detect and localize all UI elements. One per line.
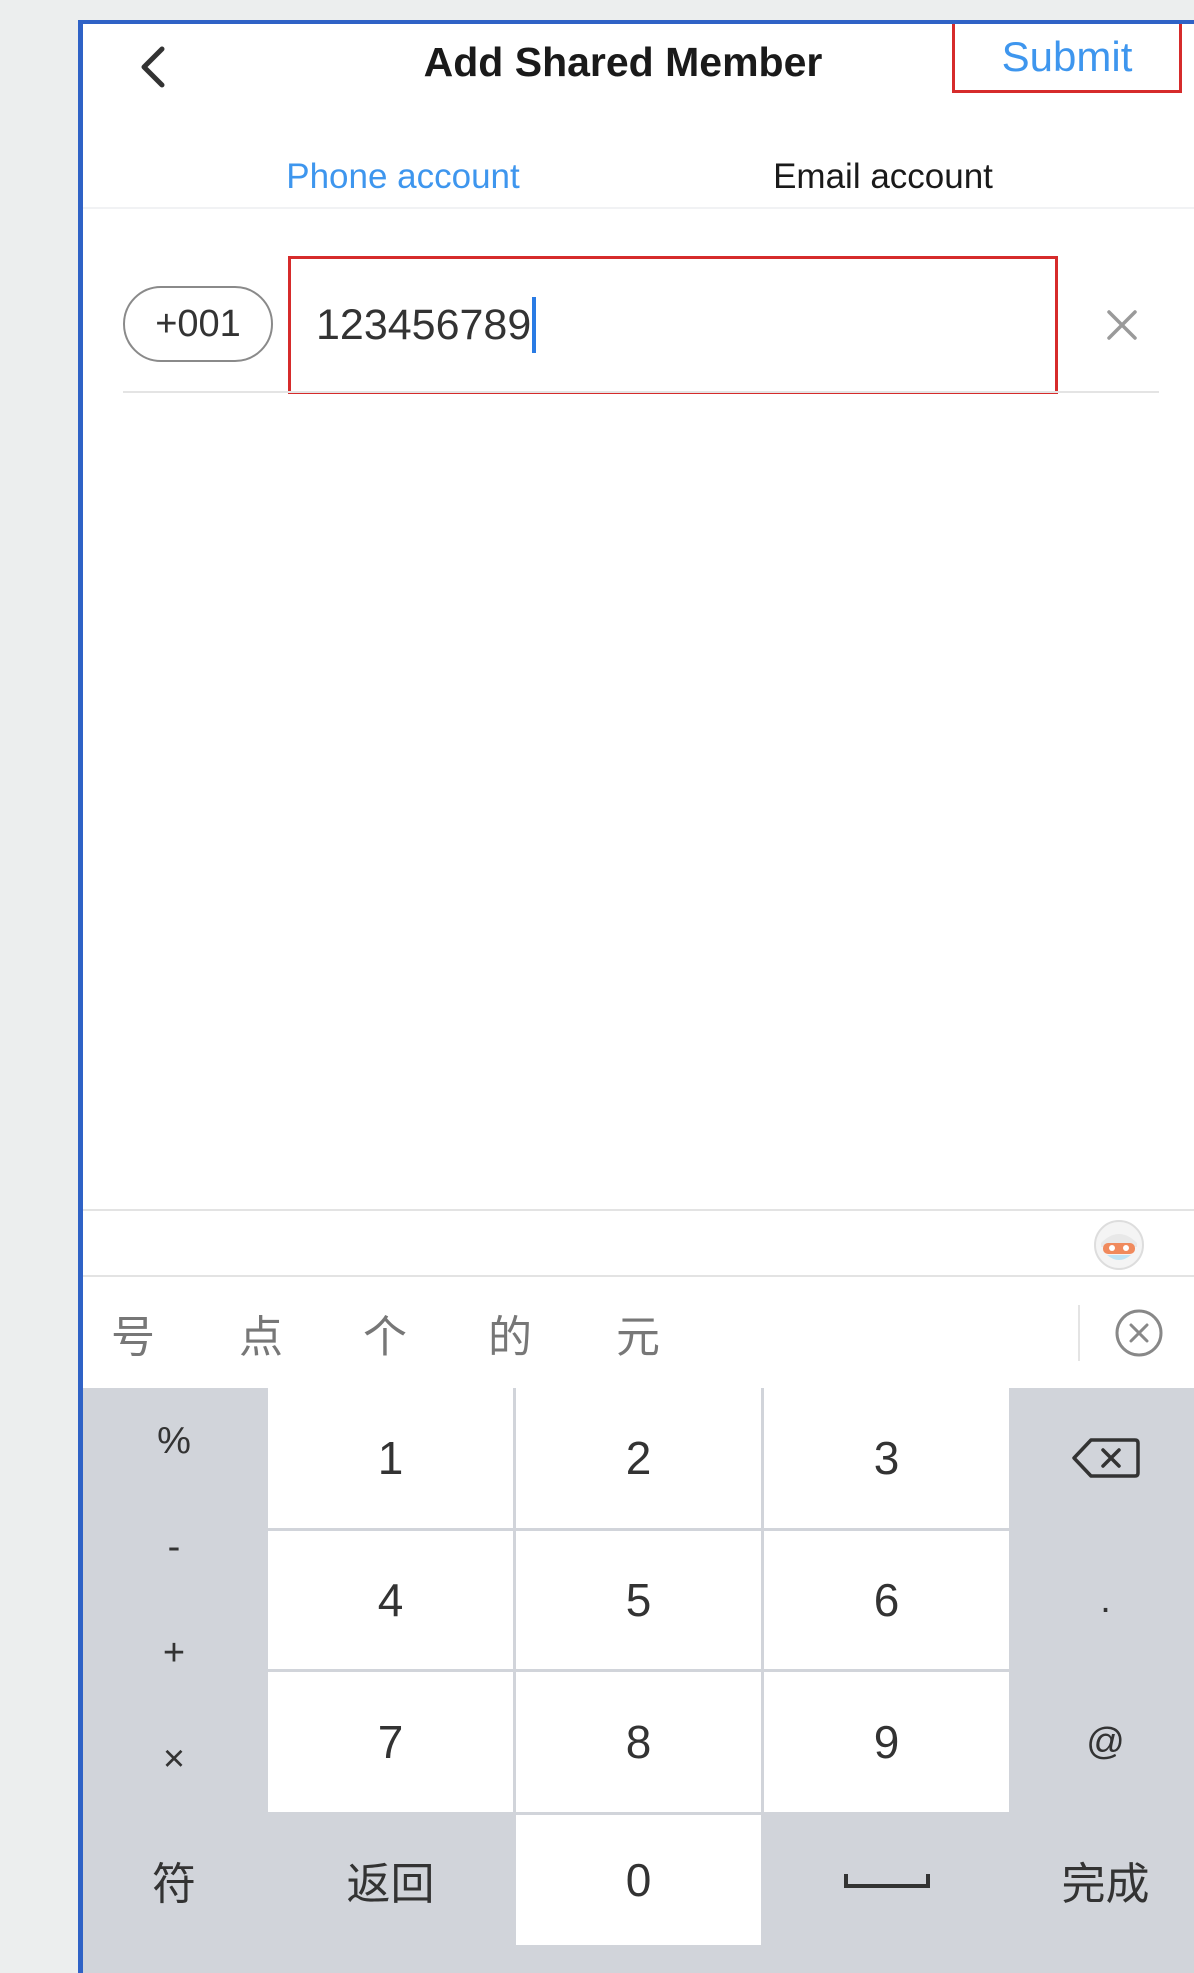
space-icon bbox=[843, 1874, 930, 1888]
phone-screen: Add Shared Member Submit Phone account E… bbox=[78, 20, 1194, 1973]
chevron-left-icon bbox=[141, 46, 165, 88]
key-dot[interactable]: . bbox=[1012, 1531, 1194, 1669]
candidate-item[interactable]: 元 bbox=[588, 1277, 688, 1388]
backspace-icon bbox=[1071, 1438, 1140, 1478]
phone-number-field[interactable]: 123456789 bbox=[288, 256, 1058, 394]
key-4[interactable]: 4 bbox=[268, 1531, 513, 1669]
key-0[interactable]: 0 bbox=[516, 1815, 761, 1945]
key-back[interactable]: 返回 bbox=[268, 1815, 513, 1945]
key-done[interactable]: 完成 bbox=[1012, 1815, 1194, 1945]
phone-number-value: 123456789 bbox=[316, 259, 537, 391]
key-plus[interactable]: + bbox=[83, 1600, 265, 1706]
keyboard-toolbar bbox=[83, 1209, 1194, 1277]
phone-number-text: 123456789 bbox=[316, 300, 532, 349]
tab-phone-account[interactable]: Phone account bbox=[223, 142, 583, 212]
key-1[interactable]: 1 bbox=[268, 1388, 513, 1528]
key-minus[interactable]: - bbox=[83, 1494, 265, 1600]
key-5[interactable]: 5 bbox=[516, 1531, 761, 1669]
input-underline bbox=[123, 391, 1159, 393]
key-delete[interactable] bbox=[1012, 1388, 1194, 1528]
text-caret bbox=[532, 297, 537, 353]
tabs-divider bbox=[83, 207, 1194, 209]
key-6[interactable]: 6 bbox=[764, 1531, 1009, 1669]
candidate-item[interactable]: 的 bbox=[460, 1277, 560, 1388]
key-symbols[interactable]: 符 bbox=[83, 1815, 265, 1945]
key-9[interactable]: 9 bbox=[764, 1672, 1009, 1812]
candidate-item[interactable]: 号 bbox=[83, 1277, 183, 1388]
candidate-item[interactable]: 个 bbox=[335, 1277, 435, 1388]
key-7[interactable]: 7 bbox=[268, 1672, 513, 1812]
close-icon[interactable] bbox=[1099, 302, 1145, 348]
key-percent[interactable]: % bbox=[83, 1388, 265, 1494]
circle-close-icon[interactable] bbox=[1113, 1307, 1165, 1359]
screen: Add Shared Member Submit Phone account E… bbox=[0, 0, 1194, 1973]
candidate-separator bbox=[1078, 1305, 1080, 1361]
key-at[interactable]: @ bbox=[1012, 1672, 1194, 1812]
back-button[interactable] bbox=[123, 32, 183, 102]
numeric-keyboard: % - + × 1 2 3 4 5 6 7 8 9 . @ 符 返回 0 完成 bbox=[83, 1388, 1194, 1973]
candidate-item[interactable]: 点 bbox=[211, 1277, 311, 1388]
key-8[interactable]: 8 bbox=[516, 1672, 761, 1812]
candidate-bar: 号 点 个 的 元 bbox=[83, 1277, 1194, 1388]
key-3[interactable]: 3 bbox=[764, 1388, 1009, 1528]
key-multiply[interactable]: × bbox=[83, 1706, 265, 1812]
mascot-icon[interactable] bbox=[1093, 1219, 1145, 1271]
country-code-selector[interactable]: +001 bbox=[123, 286, 273, 362]
tab-email-account[interactable]: Email account bbox=[723, 142, 1043, 212]
key-2[interactable]: 2 bbox=[516, 1388, 761, 1528]
page-title: Add Shared Member bbox=[423, 38, 823, 85]
key-space[interactable] bbox=[764, 1815, 1009, 1945]
submit-button[interactable]: Submit bbox=[952, 24, 1182, 93]
